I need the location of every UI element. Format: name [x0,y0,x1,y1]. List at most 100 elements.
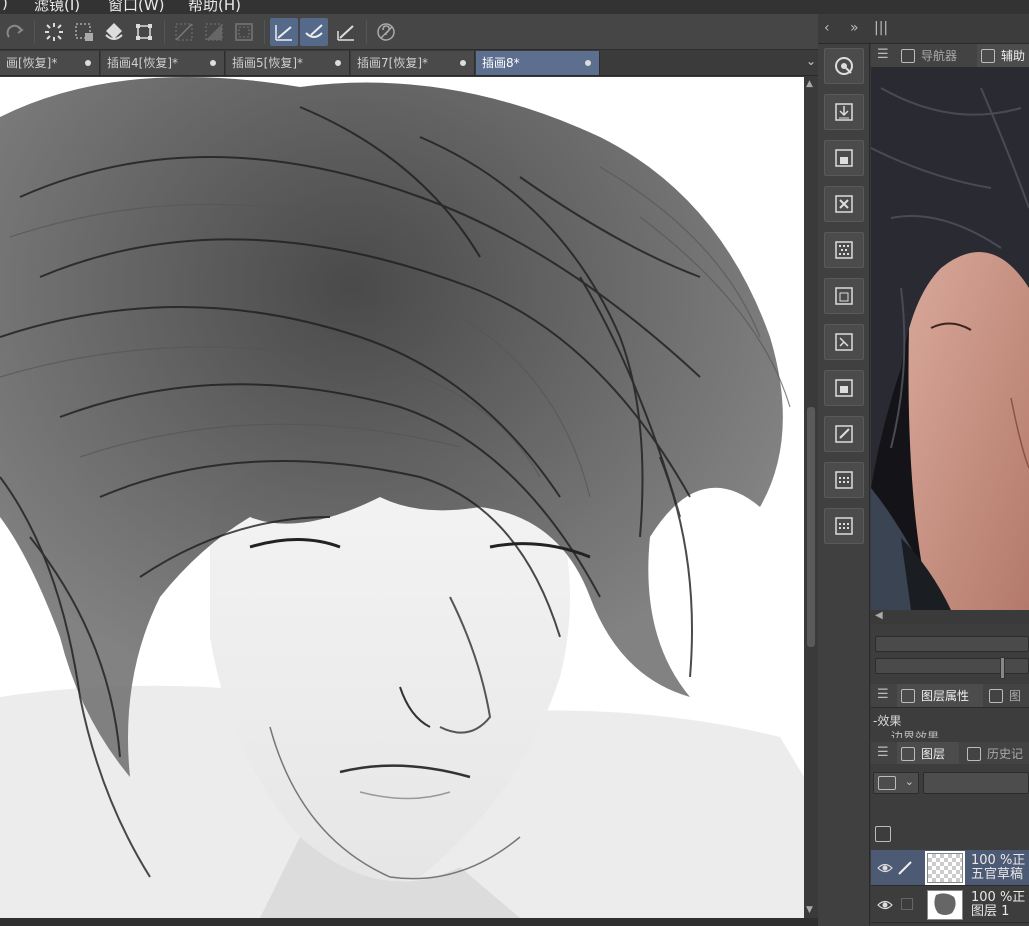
panel-icon [989,689,1003,703]
rotate-slider-knob[interactable] [1000,657,1005,679]
collapse-icon[interactable]: ‹ [824,20,830,36]
tab-illustration-4[interactable]: 插画4[恢复]* [101,51,225,75]
import-icon[interactable] [824,94,864,130]
tab-label: 图层属性 [921,689,970,703]
layer-settings-icon[interactable] [875,826,891,842]
navigator-icon [901,49,915,63]
tab-illustration-7[interactable]: 插画7[恢复]* [351,51,475,75]
scroll-up-icon[interactable]: ▲ [806,79,813,89]
reference-image-view[interactable] [871,68,1029,610]
visibility-eye-icon[interactable] [877,899,893,911]
ruler-icon[interactable] [270,18,298,46]
layer-command-row [871,822,1029,848]
help-icon[interactable] [372,18,400,46]
right-panel: ☰ 导航器 辅助 ◀ ☰ 图层属性 图 -效果 边界效果 ☰ 图层 历史记 ⌄ … [871,44,1029,926]
menu-item-help[interactable]: 帮助(H) [188,0,241,14]
pen-edit-icon[interactable] [897,860,913,876]
frame-icon[interactable] [824,370,864,406]
expand-icon[interactable]: » [850,20,859,36]
panel-menu-icon[interactable]: ☰ [877,47,889,62]
grid-icon[interactable] [824,462,864,498]
clear-outside-icon[interactable] [170,18,198,46]
blend-mode-select[interactable]: ⌄ [873,772,919,794]
menu-bar: ) 滤镜(I) 窗口(W) 帮助(H) [0,0,1029,14]
layer-opacity-mode: 100 %正 [971,853,1026,868]
crop-icon[interactable] [824,324,864,360]
tab-navigator[interactable]: 导航器 [897,44,971,67]
layer-toolbar: ⌄ [871,764,1029,800]
panel-menu-icon[interactable]: ☰ [877,687,889,702]
border-icon[interactable] [230,18,258,46]
layer-property-icon [901,689,915,703]
reference-photo [871,68,1029,610]
panel-menu-icon[interactable]: ☰ [877,745,889,760]
drawing-canvas[interactable] [0,77,804,918]
edit-icon[interactable] [824,416,864,452]
zoom-icon[interactable] [824,48,864,84]
deselect-icon[interactable] [70,18,98,46]
tab-close-dot[interactable] [585,60,591,66]
tab-label: 插画5[恢复]* [232,56,303,70]
app-window: ) 滤镜(I) 窗口(W) 帮助(H) 画[恢复]* 插画4[恢复]* 插画5[… [0,0,1029,926]
scroll-down-icon[interactable]: ▼ [806,905,813,915]
tab-illustration-5[interactable]: 插画5[恢复]* [226,51,350,75]
tab-illustration-8[interactable]: 插画8* [476,51,600,75]
close-icon[interactable] [824,186,864,222]
tab-sub-view[interactable]: 辅助 [977,44,1029,67]
panel-header-strip: ‹ » ||| [818,14,1029,44]
tab-list-chevron-icon[interactable]: ⌄ [806,54,816,68]
tab-label: 辅助 [1001,49,1026,63]
tab-close-dot[interactable] [85,60,91,66]
layer-color-icon [878,776,896,790]
effect-section-label: -效果 [873,714,902,728]
layer-row[interactable]: 100 %正 五官草稿 [871,850,1029,886]
command-toolbar [0,14,822,50]
layers-icon [901,747,915,761]
layer-lock-checkbox[interactable] [901,898,913,910]
fill-selection-icon[interactable] [200,18,228,46]
chevron-down-icon: ⌄ [904,775,914,788]
artwork-sketch [0,77,804,918]
layer-export-icon[interactable] [824,278,864,314]
perspective-icon[interactable] [332,18,360,46]
status-bar [0,918,818,926]
menu-item-partial[interactable]: ) [2,0,8,12]
save-icon[interactable] [824,140,864,176]
border-effect-row[interactable]: 边界效果 [891,728,1029,738]
scroll-left-icon[interactable]: ◀ [875,610,883,621]
document-tab-bar: 画[恢复]* 插画4[恢复]* 插画5[恢复]* 插画7[恢复]* 插画8* ⌄ [0,50,822,76]
tab-history[interactable]: 历史记 [963,742,1029,765]
tab-close-dot[interactable] [335,60,341,66]
grid-icon[interactable] [824,508,864,544]
navigator-horizontal-scrollbar[interactable]: ◀ [871,610,1029,624]
layer-opacity-mode: 100 %正 [971,890,1026,905]
tab-label: 图层 [921,747,946,761]
select-all-icon[interactable] [40,18,68,46]
texture-icon[interactable] [824,232,864,268]
fill-icon[interactable] [100,18,128,46]
redo-icon[interactable] [2,18,30,46]
tab-other[interactable]: 图 [985,684,1029,707]
command-bar [818,44,870,926]
layer-thumbnail [927,890,963,920]
grip-icon[interactable]: ||| [874,20,888,36]
visibility-eye-icon[interactable] [877,862,893,874]
layer-mode-select[interactable] [923,772,1029,794]
rotate-slider[interactable] [875,657,1029,679]
layers-tab-bar: ☰ 图层 历史记 [871,742,1029,766]
tab-label: 图 [1009,689,1022,703]
tab-close-dot[interactable] [210,60,216,66]
tab-layer-property[interactable]: 图层属性 [897,684,983,707]
scroll-thumb[interactable] [807,407,815,647]
menu-item-filter[interactable]: 滤镜(I) [34,0,80,14]
transform-icon[interactable] [130,18,158,46]
tab-layers[interactable]: 图层 [897,742,959,765]
canvas-vertical-scrollbar[interactable]: ▲ ▼ [804,77,818,918]
tab-label: 历史记 [987,747,1024,761]
tab-illustration-partial[interactable]: 画[恢复]* [0,51,100,75]
menu-item-window[interactable]: 窗口(W) [108,0,165,14]
layer-row[interactable]: 100 %正 图层 1 [871,887,1029,923]
zoom-slider[interactable] [875,636,1029,652]
snap-icon[interactable] [300,18,328,46]
tab-close-dot[interactable] [460,60,466,66]
